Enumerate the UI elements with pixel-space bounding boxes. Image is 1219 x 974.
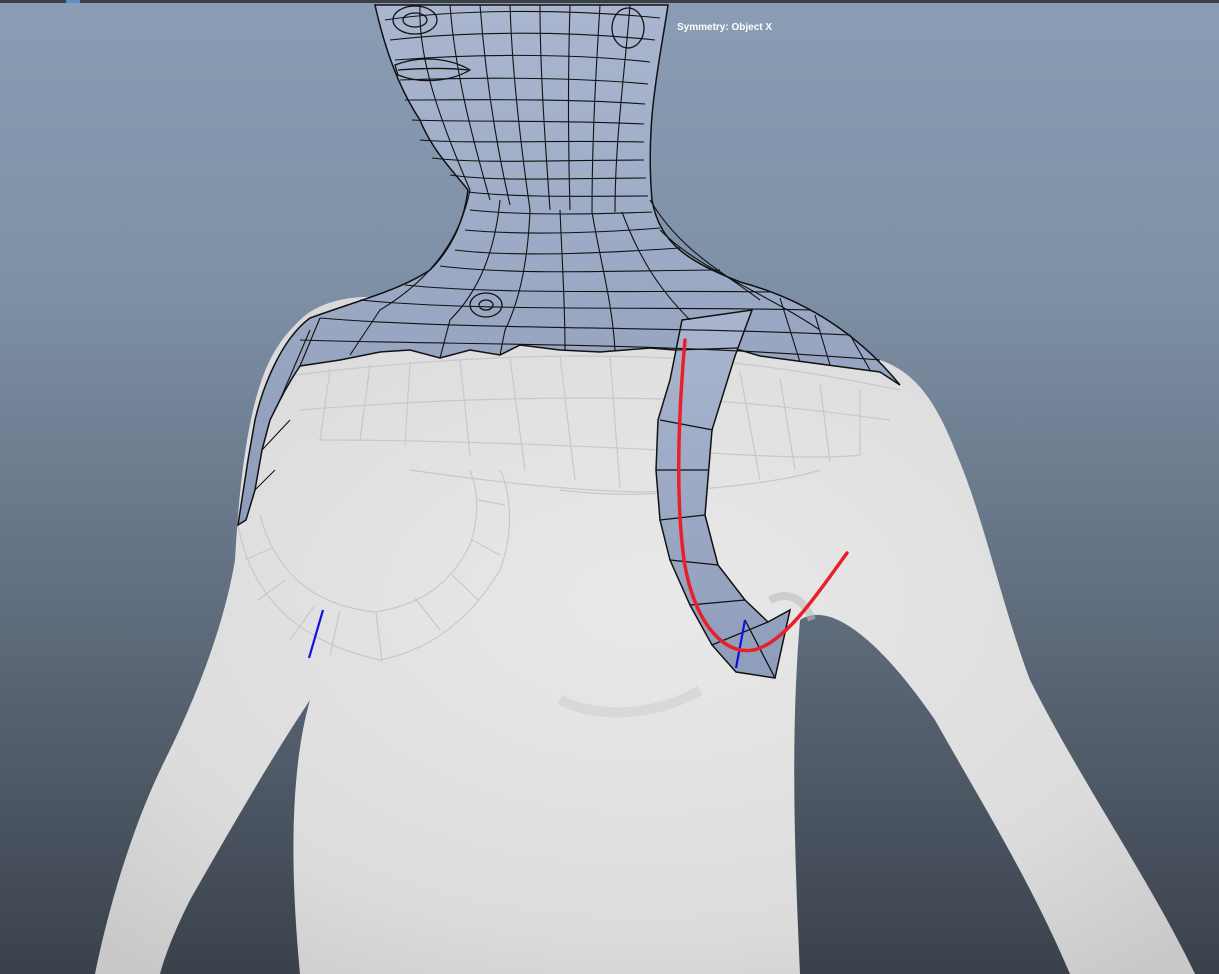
- 3d-viewport[interactable]: 0 0 0 0 0 Symmetry: Object X: [0, 0, 1219, 974]
- model-render[interactable]: [0, 0, 1219, 974]
- symmetry-status-label: Symmetry: Object X: [677, 22, 773, 33]
